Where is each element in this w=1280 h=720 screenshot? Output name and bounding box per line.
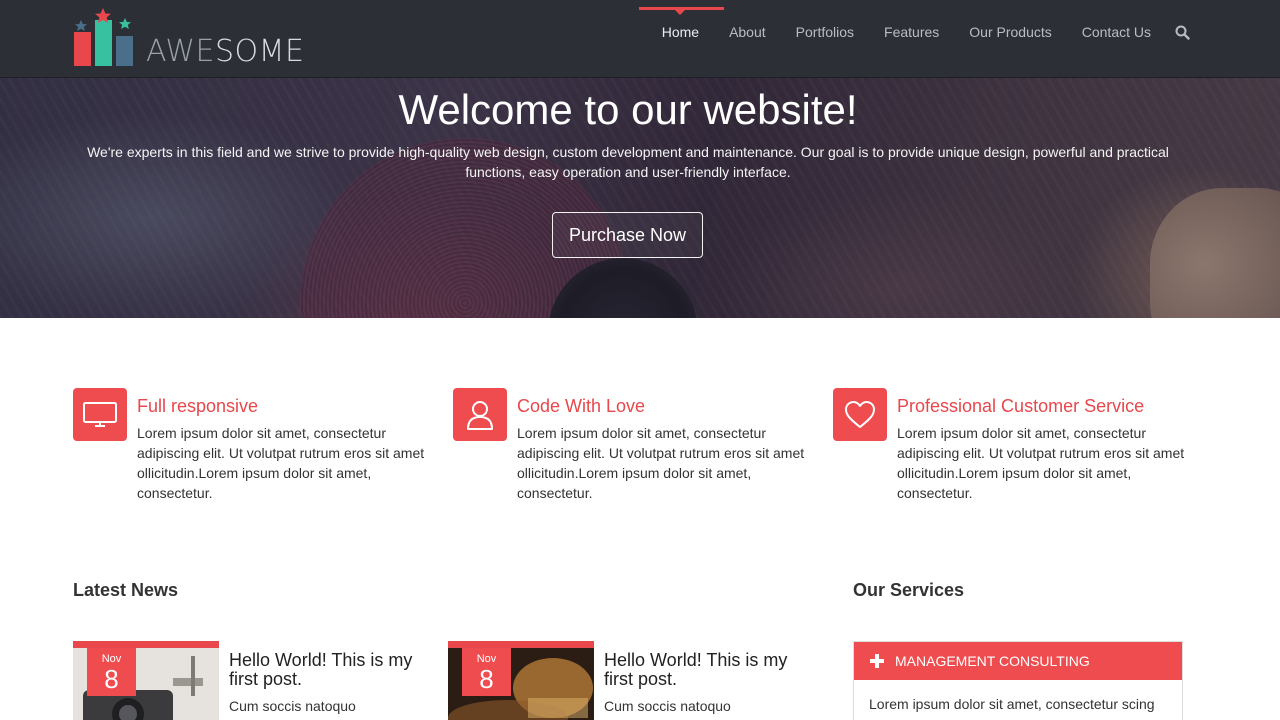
- hero-subtitle: We're experts in this field and we striv…: [87, 144, 1169, 180]
- feature-text: Lorem ipsum dolor sit amet, consectetur …: [137, 425, 425, 501]
- plus-icon: [870, 654, 884, 668]
- user-icon: [467, 400, 493, 430]
- nav-home[interactable]: Home: [638, 0, 725, 78]
- news-date-day: 8: [479, 664, 494, 694]
- site-header: AWESOME Home About Portfolios Features O…: [0, 0, 1280, 78]
- monitor-icon: [83, 401, 117, 427]
- news-title-link[interactable]: Hello World! This is my first post.: [604, 651, 804, 689]
- feature-code-with-love: Code With Love Lorem ipsum dolor sit ame…: [453, 388, 813, 508]
- feature-customer-service: Professional Customer Service Lorem ipsu…: [833, 388, 1193, 508]
- heart-icon: [845, 400, 875, 428]
- hero-banner: Welcome to our website! We're experts in…: [0, 78, 1280, 318]
- feature-full-responsive: Full responsive Lorem ipsum dolor sit am…: [73, 388, 433, 508]
- our-services-heading: Our Services: [853, 580, 965, 600]
- nav-contact-us[interactable]: Contact Us: [1067, 0, 1166, 78]
- news-post[interactable]: Nov 8 Hello World! This is my first post…: [448, 641, 808, 720]
- nav-about[interactable]: About: [714, 0, 781, 78]
- feature-text: Lorem ipsum dolor sit amet, consectetur …: [517, 425, 805, 501]
- news-date-day: 8: [104, 664, 119, 694]
- feature-title: Full responsive: [137, 396, 259, 416]
- feature-title: Code With Love: [517, 396, 646, 416]
- nav-features[interactable]: Features: [869, 0, 954, 78]
- logo-text: AWESOME: [146, 34, 305, 69]
- main-nav: Home About Portfolios Features Our Produ…: [638, 0, 1198, 78]
- search-icon: [1175, 25, 1190, 40]
- feature-icon-box: [833, 388, 887, 441]
- nav-portfolios[interactable]: Portfolios: [781, 0, 869, 78]
- news-date-month: Nov: [476, 653, 497, 665]
- news-post[interactable]: Nov 8 Hello World! This is my first post…: [73, 641, 433, 720]
- logo-mark-icon: [74, 8, 133, 66]
- feature-title: Professional Customer Service: [897, 396, 1145, 416]
- news-thumbnail[interactable]: Nov 8: [73, 641, 219, 720]
- hero-title: Welcome to our website!: [398, 86, 858, 133]
- service-accordion-header[interactable]: MANAGEMENT CONSULTING: [854, 642, 1182, 680]
- service-text: Lorem ipsum dolor sit amet, consectetur …: [869, 696, 1155, 712]
- news-date-month: Nov: [101, 653, 122, 665]
- news-excerpt: Cum soccis natoquo: [229, 698, 356, 714]
- latest-news-heading: Latest News: [73, 580, 179, 600]
- feature-icon-box: [73, 388, 127, 441]
- news-excerpt: Cum soccis natoquo: [604, 698, 731, 714]
- purchase-now-button[interactable]: Purchase Now: [552, 212, 703, 258]
- logo[interactable]: AWESOME: [73, 8, 305, 69]
- feature-text: Lorem ipsum dolor sit amet, consectetur …: [897, 425, 1185, 501]
- services-accordion: MANAGEMENT CONSULTING Lorem ipsum dolor …: [853, 641, 1183, 720]
- search-button[interactable]: [1166, 0, 1198, 78]
- news-title-link[interactable]: Hello World! This is my first post.: [229, 651, 429, 689]
- nav-our-products[interactable]: Our Products: [954, 0, 1066, 78]
- news-date-badge: Nov 8: [462, 648, 511, 696]
- news-thumbnail[interactable]: Nov 8: [448, 641, 594, 720]
- news-date-badge: Nov 8: [87, 648, 136, 696]
- service-title: MANAGEMENT CONSULTING: [895, 653, 1090, 669]
- feature-icon-box: [453, 388, 507, 441]
